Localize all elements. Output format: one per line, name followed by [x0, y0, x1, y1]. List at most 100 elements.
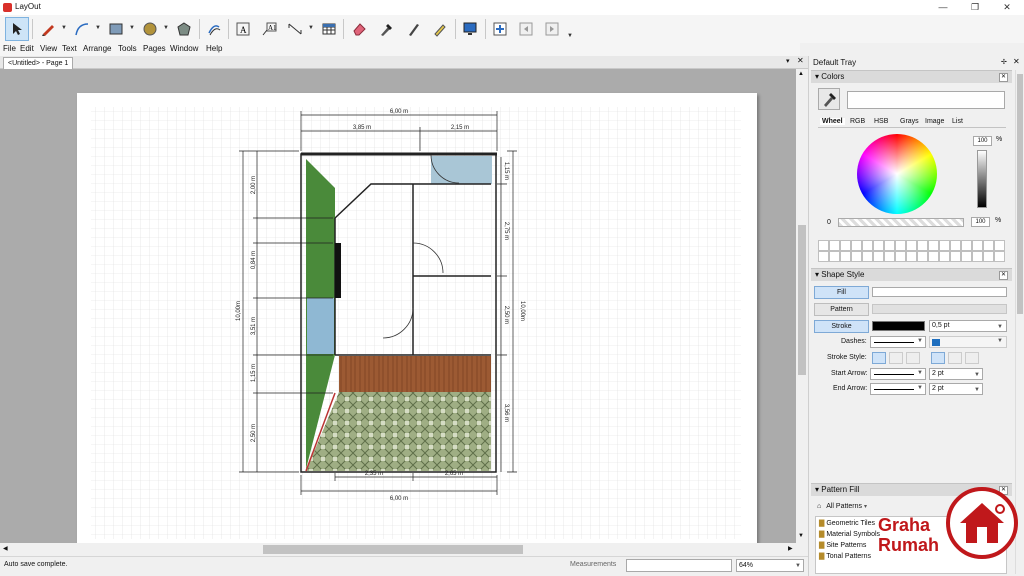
toolbar-overflow-dropdown[interactable]: ▼: [567, 33, 573, 39]
color-swatch[interactable]: [983, 251, 994, 262]
pattern-toggle-button[interactable]: Pattern: [814, 303, 869, 316]
folder-item[interactable]: ▇ Site Patterns: [819, 541, 866, 549]
cap-round-button[interactable]: [889, 352, 903, 364]
menu-file[interactable]: File: [3, 44, 16, 53]
menu-arrange[interactable]: Arrange: [83, 44, 111, 53]
menu-edit[interactable]: Edit: [20, 44, 34, 53]
color-swatch[interactable]: [939, 240, 950, 251]
floor-plan-drawing[interactable]: 6,00 m 3,85 m 2,15 m 2,35 m 2,65 m 6,00 …: [77, 93, 757, 543]
dash-scale-select[interactable]: ▼: [929, 336, 1007, 348]
fill-toggle-button[interactable]: Fill: [814, 286, 869, 299]
color-swatch[interactable]: [851, 240, 862, 251]
color-swatch[interactable]: [840, 251, 851, 262]
color-swatch[interactable]: [906, 240, 917, 251]
document-tab[interactable]: <Untitled> - Page 1: [3, 57, 74, 69]
presentation-button[interactable]: [458, 17, 482, 41]
dimension-tool-button[interactable]: [283, 17, 307, 41]
tab-image[interactable]: Image: [925, 118, 944, 125]
shape-style-panel-header[interactable]: ▾ Shape Style ✕: [811, 268, 1012, 281]
tray-scrollbar[interactable]: [1015, 70, 1024, 574]
color-swatch[interactable]: [972, 240, 983, 251]
page-paper[interactable]: 6,00 m 3,85 m 2,15 m 2,35 m 2,65 m 6,00 …: [77, 93, 757, 543]
text-tool-button[interactable]: A: [231, 17, 255, 41]
circle-tool-button[interactable]: [138, 17, 162, 41]
dimension-tool-dropdown[interactable]: ▼: [308, 25, 314, 31]
color-swatch[interactable]: [829, 240, 840, 251]
color-swatch[interactable]: [873, 240, 884, 251]
menu-tools[interactable]: Tools: [118, 44, 137, 53]
line-tool-button[interactable]: [36, 17, 60, 41]
menu-view[interactable]: View: [40, 44, 57, 53]
close-panel-icon[interactable]: ✕: [999, 271, 1008, 280]
previous-page-button[interactable]: [514, 17, 538, 41]
tab-grays[interactable]: Grays: [900, 118, 919, 125]
tab-list[interactable]: List: [952, 118, 963, 125]
menu-text[interactable]: Text: [62, 44, 77, 53]
colors-panel-header[interactable]: ▾ Colors ✕: [811, 70, 1012, 83]
color-swatch[interactable]: [906, 251, 917, 262]
color-swatch[interactable]: [961, 251, 972, 262]
brightness-input[interactable]: 100: [973, 136, 992, 146]
horizontal-scroll-thumb[interactable]: [263, 545, 523, 554]
tab-hsb[interactable]: HSB: [874, 118, 888, 125]
scroll-right-arrow-icon[interactable]: ▶: [788, 545, 793, 552]
start-arrow-select[interactable]: ▼: [870, 368, 926, 380]
menu-help[interactable]: Help: [206, 44, 222, 53]
color-swatch[interactable]: [994, 240, 1005, 251]
menu-window[interactable]: Window: [170, 44, 198, 53]
color-swatch[interactable]: [884, 240, 895, 251]
join-round-button[interactable]: [948, 352, 962, 364]
vertical-scroll-thumb[interactable]: [798, 225, 806, 375]
end-arrow-size-select[interactable]: 2 pt ▼: [929, 383, 983, 395]
maximize-button[interactable]: ❐: [960, 0, 990, 15]
color-swatch[interactable]: [928, 240, 939, 251]
eyedropper-button[interactable]: [818, 88, 840, 110]
rectangle-tool-button[interactable]: [104, 17, 128, 41]
color-swatch[interactable]: [862, 251, 873, 262]
brightness-slider[interactable]: [977, 150, 987, 208]
start-arrow-size-select[interactable]: 2 pt ▼: [929, 368, 983, 380]
color-swatch[interactable]: [862, 240, 873, 251]
select-tool-button[interactable]: [5, 17, 29, 41]
color-swatch[interactable]: [917, 240, 928, 251]
close-window-button[interactable]: ✕: [992, 0, 1022, 15]
offset-tool-button[interactable]: [202, 17, 226, 41]
cap-square-button[interactable]: [906, 352, 920, 364]
pattern-source-select[interactable]: ⌂ All Patterns ▾: [817, 503, 867, 510]
color-swatch[interactable]: [895, 251, 906, 262]
color-swatch[interactable]: [873, 251, 884, 262]
tray-scroll-thumb[interactable]: [1017, 74, 1023, 314]
stroke-toggle-button[interactable]: Stroke: [814, 320, 869, 333]
folder-item[interactable]: ▇ Tonal Patterns: [819, 552, 871, 560]
end-arrow-select[interactable]: ▼: [870, 383, 926, 395]
folder-item[interactable]: ▇ Geometric Tiles: [819, 519, 875, 527]
close-tray-icon[interactable]: ✕: [1013, 57, 1020, 66]
join-bevel-button[interactable]: [965, 352, 979, 364]
color-swatch[interactable]: [939, 251, 950, 262]
close-panel-icon[interactable]: ✕: [999, 73, 1008, 82]
color-swatch[interactable]: [917, 251, 928, 262]
folder-item[interactable]: ▇ Material Symbols: [819, 530, 880, 538]
pin-icon[interactable]: ✢: [1001, 58, 1007, 66]
color-swatch[interactable]: [840, 240, 851, 251]
measurements-input[interactable]: [626, 559, 732, 572]
stroke-color-swatch[interactable]: [872, 321, 925, 331]
arc-tool-button[interactable]: [70, 17, 94, 41]
close-document-icon[interactable]: ✕: [797, 56, 804, 65]
color-swatch[interactable]: [818, 240, 829, 251]
cap-flat-button[interactable]: [872, 352, 886, 364]
color-swatch[interactable]: [950, 240, 961, 251]
color-swatch[interactable]: [972, 251, 983, 262]
opacity-slider[interactable]: [838, 218, 964, 227]
split-tool-button[interactable]: [401, 17, 425, 41]
color-wheel[interactable]: [857, 134, 937, 214]
tab-list-dropdown[interactable]: ▾: [786, 57, 790, 65]
color-swatch[interactable]: [950, 251, 961, 262]
fill-color-swatch[interactable]: [872, 287, 1007, 297]
add-page-button[interactable]: [488, 17, 512, 41]
pattern-swatch[interactable]: [872, 304, 1007, 314]
color-swatch[interactable]: [994, 251, 1005, 262]
current-color-swatch[interactable]: [847, 91, 1005, 109]
eraser-tool-button[interactable]: [347, 17, 371, 41]
drawing-canvas[interactable]: 6,00 m 3,85 m 2,15 m 2,35 m 2,65 m 6,00 …: [0, 69, 796, 543]
